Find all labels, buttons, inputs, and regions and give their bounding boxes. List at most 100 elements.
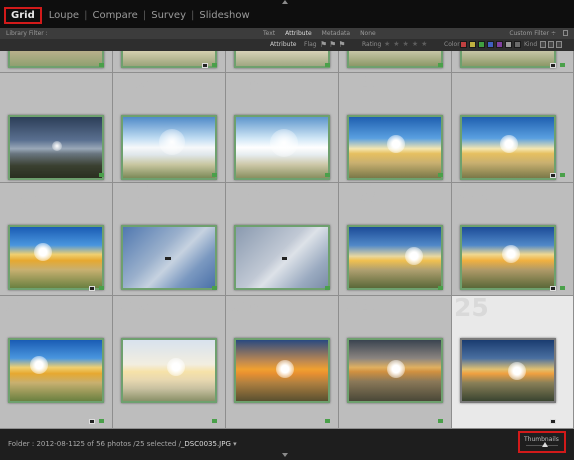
edited-badge-icon xyxy=(550,286,556,291)
flag-badge-icon xyxy=(325,419,330,423)
cell-index: 11 xyxy=(2,70,37,99)
photo-thumbnail[interactable] xyxy=(347,51,443,68)
rating-label: Rating xyxy=(362,41,382,48)
collapse-bottom-arrow-icon[interactable] xyxy=(282,453,288,457)
cell-index: 20 xyxy=(454,180,489,209)
grid-cell[interactable]: 21 xyxy=(0,293,113,429)
photo-thumbnail[interactable] xyxy=(234,225,330,290)
slideshow-view-tab[interactable]: Slideshow xyxy=(194,10,254,21)
flag-badge-icon xyxy=(560,286,565,290)
flag-badge-icon xyxy=(99,63,104,67)
photo-thumbnail[interactable] xyxy=(8,115,104,180)
photo-thumbnail[interactable] xyxy=(460,225,556,290)
slider-knob-icon[interactable] xyxy=(542,442,548,447)
photo-thumbnail[interactable] xyxy=(234,338,330,403)
grid-cell[interactable]: 24 xyxy=(339,293,452,429)
filter-tab-text[interactable]: Text xyxy=(258,30,280,37)
grid-cell[interactable]: 18 xyxy=(226,180,339,296)
grid-cell[interactable]: 11 xyxy=(0,70,113,183)
filter-tabs: Text Attribute Metadata None xyxy=(258,30,381,37)
filter-tab-none[interactable]: None xyxy=(355,30,381,37)
photo-thumbnail[interactable] xyxy=(460,338,556,403)
module-bar: Grid Loupe | Compare | Survey | Slidesho… xyxy=(0,0,574,28)
virtual-copy-icon[interactable] xyxy=(548,41,554,48)
grid-cell-current[interactable]: 25 xyxy=(452,293,574,429)
grid-view-tab[interactable]: Grid xyxy=(4,6,42,24)
flag-badge-icon xyxy=(438,286,443,290)
cell-index: 17 xyxy=(115,180,150,209)
custom-filter-dropdown[interactable]: Custom Filter ÷ xyxy=(509,30,556,37)
color-chip-blue[interactable] xyxy=(487,41,494,48)
video-icon[interactable] xyxy=(556,41,562,48)
photo-thumbnail[interactable] xyxy=(121,338,217,403)
bird-silhouette xyxy=(282,257,287,260)
view-mode-tabs: Grid Loupe | Compare | Survey | Slidesho… xyxy=(4,6,255,24)
photo-thumbnail[interactable] xyxy=(234,51,330,68)
photo-thumbnail[interactable] xyxy=(8,51,104,68)
thumbnails-size-control[interactable]: Thumbnails xyxy=(518,431,566,453)
edited-badge-icon xyxy=(550,419,556,424)
grid-cell[interactable]: 16 xyxy=(0,180,113,296)
flag-badge-icon xyxy=(438,173,443,177)
edited-badge-icon xyxy=(89,286,95,291)
grid-cell[interactable]: 20 xyxy=(452,180,574,296)
photo-thumbnail[interactable] xyxy=(347,115,443,180)
color-chip-none[interactable] xyxy=(514,41,521,48)
flag-badge-icon xyxy=(212,419,217,423)
compare-view-tab[interactable]: Compare xyxy=(87,10,142,21)
color-label: Color xyxy=(444,41,460,48)
sun-glow xyxy=(500,135,518,153)
cell-index: 12 xyxy=(115,70,150,99)
collapse-top-arrow-icon[interactable] xyxy=(282,0,288,4)
flag-badge-icon xyxy=(325,286,330,290)
survey-view-tab[interactable]: Survey xyxy=(146,10,191,21)
loupe-view-tab[interactable]: Loupe xyxy=(44,10,84,21)
color-chip-yellow[interactable] xyxy=(469,41,476,48)
cell-index: 21 xyxy=(2,293,37,322)
color-chip-purple[interactable] xyxy=(496,41,503,48)
selection-count: 25 of 56 photos /25 selected / xyxy=(76,440,181,448)
rating-stars[interactable]: ★★★★★ xyxy=(384,40,430,48)
flag-badge-icon xyxy=(212,173,217,177)
grid-cell[interactable]: 14 xyxy=(339,70,452,183)
flag-badge-icon xyxy=(560,173,565,177)
photo-thumbnail[interactable] xyxy=(121,115,217,180)
photo-thumbnail[interactable] xyxy=(460,51,556,68)
sun-glow xyxy=(387,360,405,378)
lock-icon[interactable] xyxy=(563,30,568,36)
sun-glow xyxy=(405,247,423,265)
flag-badge-icon xyxy=(212,286,217,290)
color-chip-red[interactable] xyxy=(460,41,467,48)
photo-count[interactable]: 25 of 56 photos /25 selected /_DSC0035.J… xyxy=(76,440,237,448)
photo-thumbnail[interactable] xyxy=(8,338,104,403)
photo-thumbnail[interactable] xyxy=(347,338,443,403)
color-chip-green[interactable] xyxy=(478,41,485,48)
flag-filter-icons[interactable]: ⚑⚑⚑ xyxy=(320,40,348,49)
bird-silhouette xyxy=(165,257,171,260)
grid-cell[interactable]: 17 xyxy=(113,180,226,296)
chevron-down-icon[interactable]: ▾ xyxy=(233,440,237,448)
grid-cell[interactable]: 12 xyxy=(113,70,226,183)
photo-thumbnail[interactable] xyxy=(8,225,104,290)
flag-badge-icon xyxy=(560,63,565,67)
flag-badge-icon xyxy=(325,63,330,67)
sun-glow xyxy=(30,356,48,374)
filter-tab-attribute[interactable]: Attribute xyxy=(280,30,317,37)
grid-cell[interactable]: 19 xyxy=(339,180,452,296)
photo-thumbnail[interactable] xyxy=(121,225,217,290)
flag-badge-icon xyxy=(212,63,217,67)
master-photo-icon[interactable] xyxy=(540,41,546,48)
color-chip-custom[interactable] xyxy=(505,41,512,48)
color-label-chips xyxy=(460,41,523,48)
grid-cell[interactable]: 23 xyxy=(226,293,339,429)
photo-thumbnail[interactable] xyxy=(234,115,330,180)
photo-thumbnail[interactable] xyxy=(347,225,443,290)
library-filter-title: Library Filter : xyxy=(6,30,48,37)
photo-thumbnail[interactable] xyxy=(460,115,556,180)
grid-cell[interactable]: 15 xyxy=(452,70,574,183)
cell-index: 24 xyxy=(341,293,376,322)
grid-cell[interactable]: 13 xyxy=(226,70,339,183)
grid-cell[interactable]: 22 xyxy=(113,293,226,429)
filter-tab-metadata[interactable]: Metadata xyxy=(317,30,355,37)
sun-glow xyxy=(159,129,185,155)
